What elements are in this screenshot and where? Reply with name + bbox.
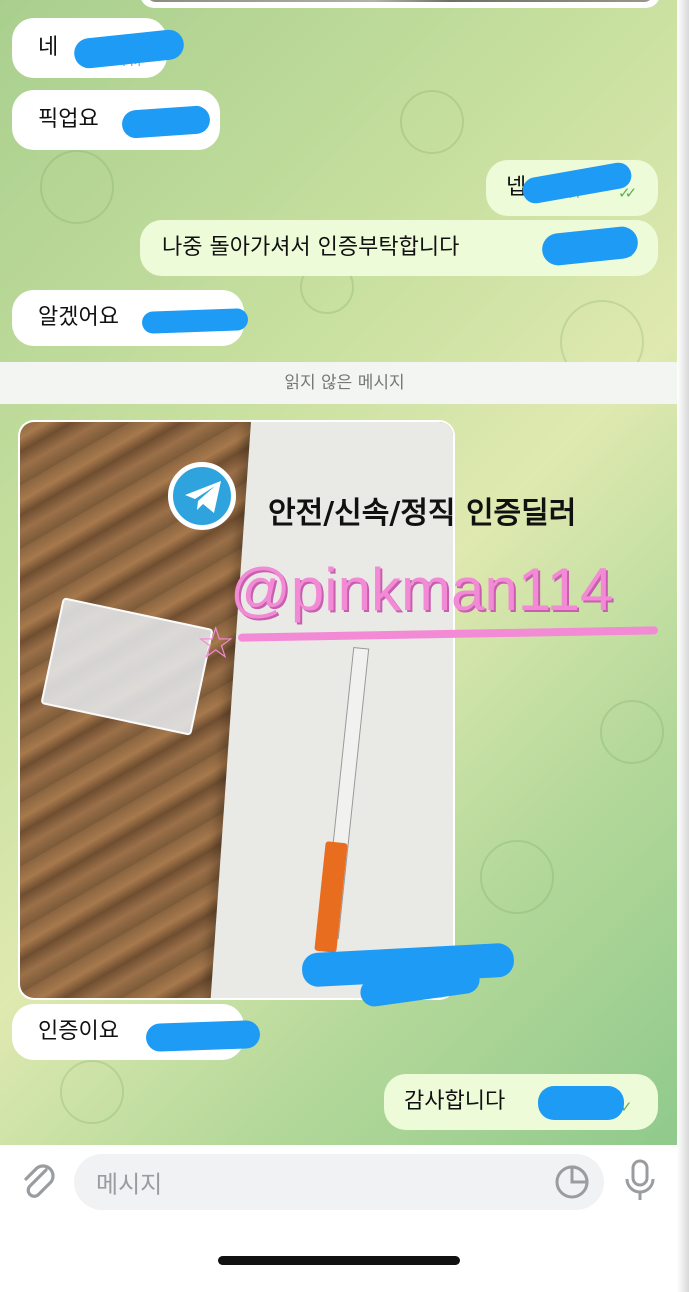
message-input[interactable]: 메시지 (74, 1154, 604, 1210)
redaction-mark (145, 1020, 261, 1052)
background-doodle (40, 150, 114, 224)
telegram-plane-glyph (185, 481, 221, 513)
redaction-mark (72, 28, 186, 70)
background-doodle (400, 90, 464, 154)
message-bubble-incoming[interactable]: 알겠어요 (12, 290, 249, 346)
message-bubble-outgoing[interactable]: 넵 :4 PM ✓✓ (486, 160, 658, 216)
photo-bag (40, 597, 214, 736)
message-bubble-incoming[interactable]: 픽업요 PM (12, 90, 220, 150)
message-text: 알겠어요 (38, 305, 119, 330)
attach-icon[interactable] (18, 1160, 58, 1208)
previous-photo-message[interactable] (140, 0, 660, 8)
screenshot-edge (677, 0, 689, 1292)
photo-handle-text: @pinkman114 (230, 556, 614, 623)
message-text: 감사합니다 (404, 1089, 506, 1114)
message-text: 픽업요 (38, 107, 99, 132)
message-bubble-outgoing[interactable]: 나중 돌아가셔서 인증부탁합니다 PM ✓✓ (140, 220, 658, 276)
background-doodle (600, 700, 664, 764)
unread-messages-divider: 읽지 않은 메시지 (0, 362, 689, 404)
message-text: 네 (38, 35, 59, 60)
message-input-placeholder: 메시지 (96, 1170, 163, 1199)
redaction-mark (538, 1086, 624, 1120)
message-text: 인증이요 (38, 1019, 119, 1044)
message-bubble-incoming[interactable]: 인증이요 (12, 1004, 261, 1060)
star-doodle-icon: ☆ (196, 618, 236, 669)
message-text: 나중 돌아가셔서 인증부탁합니다 (162, 235, 460, 260)
sticker-icon[interactable] (554, 1164, 590, 1204)
background-doodle (60, 1060, 124, 1124)
microphone-icon[interactable] (622, 1158, 658, 1208)
message-bubble-incoming[interactable]: 네 PM (12, 18, 186, 78)
redaction-mark (141, 308, 249, 334)
home-indicator[interactable] (218, 1256, 460, 1265)
chat-background: 네 PM 픽업요 PM 넵 :4 PM ✓✓ 나중 돌아가셔서 인증부탁합니다 … (0, 0, 689, 1145)
background-doodle (480, 840, 554, 914)
telegram-logo-icon (168, 462, 236, 530)
photo-banner-text: 안전/신속/정직 인증딜러 (268, 496, 577, 531)
telegram-chat-screen: 네 PM 픽업요 PM 넵 :4 PM ✓✓ 나중 돌아가셔서 인증부탁합니다 … (0, 0, 689, 1292)
message-bubble-outgoing[interactable]: 감사합니다 ✓ (384, 1074, 658, 1130)
